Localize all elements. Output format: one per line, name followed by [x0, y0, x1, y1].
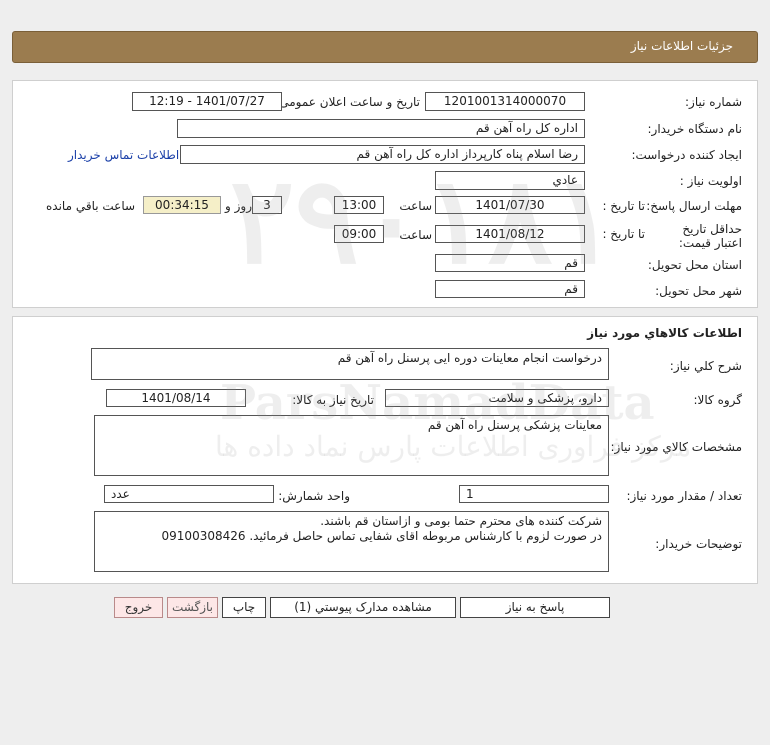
unit-label: واحد شمارش: [278, 489, 350, 503]
reply-button[interactable]: پاسخ به نياز [460, 597, 610, 618]
need-number-label: شماره نیاز: [685, 95, 742, 109]
need-date-label: تاريخ نياز به کالا: [292, 393, 374, 407]
goods-group-field: دارو، پزشکی و سلامت [385, 389, 609, 407]
validity-date-field: 1401/08/12 [435, 225, 585, 243]
deadline-label: مهلت ارسال پاسخ: [646, 199, 742, 213]
validity-time-label: ساعت [399, 228, 432, 242]
deadline-time-field: 13:00 [334, 196, 384, 214]
qty-label: تعداد / مقدار مورد نياز: [626, 489, 742, 503]
buyer-contact-link[interactable]: اطلاعات تماس خريدار [68, 148, 179, 162]
need-info-panel [12, 80, 758, 308]
province-field: قم [435, 254, 585, 272]
specs-field: معاينات پزشكی پرسنل راه آهن قم [94, 415, 609, 476]
deadline-to-date-label: تا تاريخ : [602, 199, 645, 213]
need-date-field: 1401/08/14 [106, 389, 246, 407]
announce-label: تاریخ و ساعت اعلان عمومی: [275, 95, 420, 109]
need-number-field: 1201001314000070 [425, 92, 585, 111]
validity-time-field: 09:00 [334, 225, 384, 243]
specs-label: مشخصات کالاي مورد نياز: [610, 440, 742, 454]
qty-field: 1 [459, 485, 609, 503]
days-remaining-field: 3 [252, 196, 282, 214]
view-attachments-button[interactable]: مشاهده مدارک پيوستي (1) [270, 597, 456, 618]
province-label: استان محل تحويل: [647, 258, 742, 272]
buyer-org-field: اداره کل راه آهن قم [177, 119, 585, 138]
goods-group-label: گروه کالا: [693, 393, 743, 407]
print-button[interactable]: چاپ [222, 597, 266, 618]
summary-label: شرح کلي نياز: [669, 359, 742, 373]
priority-field: عادي [435, 171, 585, 190]
notes-line-2: در صورت لزوم با کارشناس مربوطه اقای شفاي… [161, 529, 602, 543]
announce-field: 1401/07/27 - 12:19 [132, 92, 282, 111]
page-header: جزئیات اطلاعات نیاز [12, 31, 758, 63]
page-title: جزئیات اطلاعات نیاز [630, 39, 733, 53]
city-label: شهر محل تحويل: [655, 284, 742, 298]
days-label: روز و [225, 199, 252, 213]
deadline-time-label: ساعت [399, 199, 432, 213]
remaining-time-label: ساعت باقي مانده [46, 199, 136, 213]
city-field: قم [435, 280, 585, 298]
remaining-time-field: 00:34:15 [143, 196, 221, 214]
deadline-date-field: 1401/07/30 [435, 196, 585, 214]
back-button[interactable]: بازگشت [167, 597, 218, 618]
notes-line-1: شركت كننده های محترم حتما بومی و ازاستان… [320, 514, 602, 528]
priority-label: اولويت نياز : [679, 174, 742, 188]
notes-label: توضيحات خريدار: [655, 537, 742, 551]
notes-field: شركت كننده های محترم حتما بومی و ازاستان… [94, 511, 609, 572]
summary-field: درخواست انجام معاينات دوره ايی پرسنل راه… [91, 348, 609, 380]
creator-label: ايجاد کننده درخواست: [631, 148, 742, 162]
creator-field: رضا اسلام پناه کارپرداز اداره کل راه آهن… [180, 145, 585, 164]
buyer-org-label: نام دستگاه خريدار: [647, 122, 743, 136]
unit-field: عدد [104, 485, 274, 503]
validity-label: حداقل تاريخ اعتبار قيمت: [678, 222, 742, 250]
exit-button[interactable]: خروج [114, 597, 163, 618]
validity-to-date-label: تا تاريخ : [602, 227, 645, 241]
goods-section-title: اطلاعات کالاهاي مورد نياز [587, 326, 742, 340]
